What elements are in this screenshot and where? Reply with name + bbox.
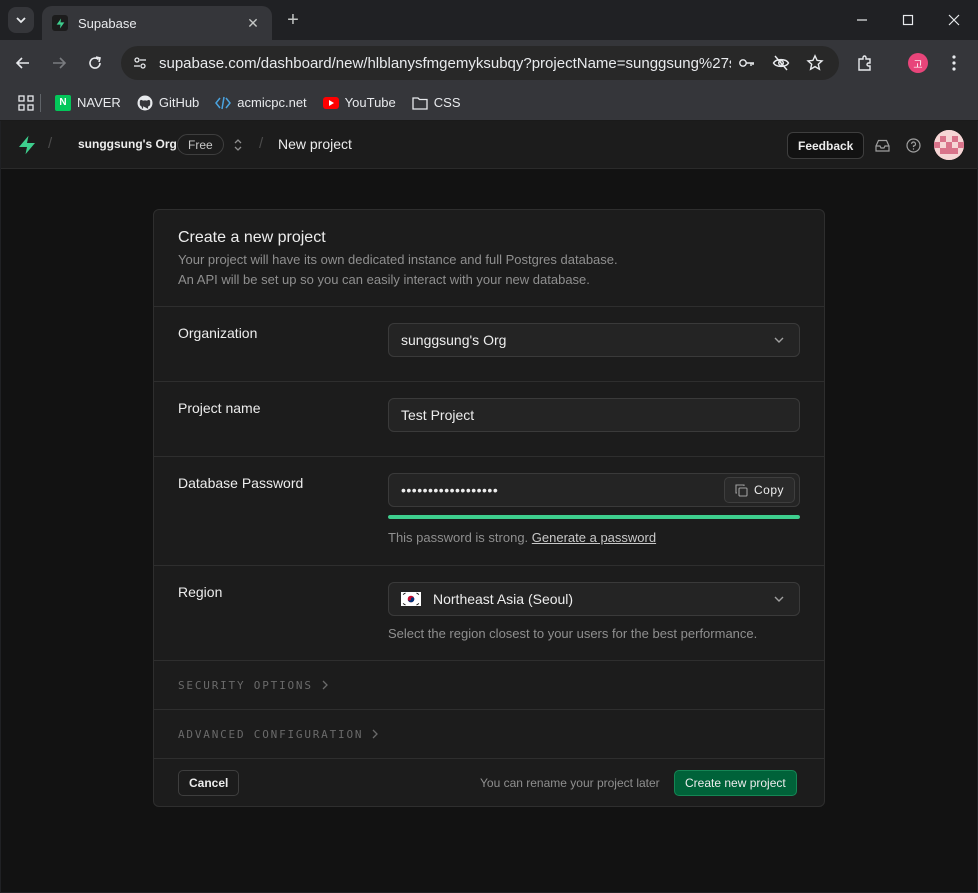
bookmark-github[interactable]: GitHub [137,95,199,111]
eye-off-icon[interactable] [771,53,791,73]
region-label: Region [178,584,223,600]
bookmark-label: CSS [433,95,461,110]
browser-toolbar: supabase.com/dashboard/new/hlblanysfmgem… [0,40,978,85]
close-tab-icon[interactable]: ✕ [244,14,262,32]
copy-icon [735,483,748,497]
chevron-down-icon [16,17,26,24]
create-project-card: Create a new project Your project will h… [153,209,825,807]
breadcrumb-separator: / [259,135,264,152]
bookmark-youtube[interactable]: YouTube [322,95,396,111]
close-window-icon[interactable] [942,8,966,32]
profile-avatar: 고 [908,53,928,73]
minimize-window-icon[interactable] [850,8,874,32]
inbox-icon[interactable] [874,137,890,153]
maximize-window-icon[interactable] [896,8,920,32]
card-footer: Cancel You can rename your project later… [154,758,824,806]
region-hint: Select the region closest to your users … [388,626,758,641]
database-password-input[interactable]: •••••••••••••••••• Copy [388,473,800,507]
card-description: Your project will have its own dedicated… [178,252,618,287]
chevron-right-icon [372,729,379,739]
feedback-button[interactable]: Feedback [787,132,865,159]
naver-icon: N [55,94,71,111]
youtube-icon [322,95,339,111]
breadcrumb-separator: / [48,135,53,152]
github-icon [137,95,153,111]
site-info-icon[interactable] [129,52,151,74]
chevron-down-icon [774,596,784,602]
supabase-app: / sunggsung's Org Free / New project Fee… [1,121,977,892]
create-project-button[interactable]: Create new project [674,770,797,796]
password-strength-fill [388,515,800,519]
organization-select[interactable]: sunggsung's Org [388,323,800,357]
chevron-down-icon [774,337,784,343]
bookmark-label: GitHub [158,95,200,110]
bookmarks-bar: N NAVER GitHub acmicpc.net YouTube CSS [0,85,978,121]
bookmark-label: YouTube [344,95,396,110]
project-name-row: Project name Test Project [154,382,824,457]
url-text: supabase.com/dashboard/new/hlblanysfmgem… [159,54,731,72]
password-masked-value: •••••••••••••••••• [401,482,499,498]
chevron-right-icon [322,680,328,690]
organization-value: sunggsung's Org [401,332,507,348]
region-select[interactable]: Northeast Asia (Seoul) [388,582,800,616]
address-bar[interactable]: supabase.com/dashboard/new/hlblanysfmgem… [121,46,839,80]
bookmark-separator [40,93,41,112]
apps-grid-icon[interactable] [18,94,34,111]
copy-label: Copy [753,483,784,497]
password-strength-bar [388,515,800,519]
tab-title: Supabase [78,15,137,31]
code-icon [215,95,232,111]
user-avatar[interactable] [934,130,964,160]
organization-row: Organization sunggsung's Org [154,307,824,382]
cancel-button[interactable]: Cancel [178,770,240,796]
extensions-puzzle-icon[interactable] [853,51,877,75]
bookmark-label: NAVER [77,95,121,110]
bookmark-label: acmicpc.net [237,95,307,110]
plan-badge: Free [177,134,224,155]
reload-icon[interactable] [83,51,107,75]
supabase-favicon-icon [52,15,68,31]
organization-label: Organization [178,325,258,341]
new-tab-button[interactable]: + [283,10,303,30]
browser-tab[interactable]: Supabase ✕ [42,6,272,40]
forward-arrow-icon[interactable] [47,51,71,75]
password-strength-text: This password is strong. Generate a pass… [388,530,657,545]
copy-password-button[interactable]: Copy [723,477,795,503]
help-icon[interactable] [905,137,921,153]
card-header: Create a new project Your project will h… [154,210,824,307]
folder-icon [412,95,428,111]
region-value: Northeast Asia (Seoul) [433,591,574,607]
org-switcher-icon[interactable] [230,136,246,154]
bookmark-naver[interactable]: N NAVER [55,94,121,111]
tab-search-button[interactable] [8,7,34,33]
bookmark-acmicpc[interactable]: acmicpc.net [215,95,307,111]
supabase-logo-icon[interactable] [17,135,37,155]
bookmark-folder-css[interactable]: CSS [412,95,461,111]
advanced-configuration-toggle[interactable]: ADVANCED CONFIGURATION [154,710,824,759]
generate-password-link[interactable]: Generate a password [532,530,656,545]
breadcrumb-org[interactable]: sunggsung's Org [78,137,177,151]
database-password-row: Database Password •••••••••••••••••• Cop… [154,457,824,566]
breadcrumb-page: New project [278,136,352,152]
password-key-icon[interactable] [737,53,757,73]
database-password-label: Database Password [178,475,304,491]
profile-button[interactable]: 고 [906,51,930,75]
back-arrow-icon[interactable] [11,51,35,75]
card-title: Create a new project [178,229,326,246]
project-name-input[interactable]: Test Project [388,398,800,432]
app-header: / sunggsung's Org Free / New project Fee… [1,121,977,169]
star-bookmark-icon[interactable] [805,53,825,73]
browser-tab-bar: Supabase ✕ + [0,0,978,40]
project-name-label: Project name [178,400,261,416]
more-menu-icon[interactable] [942,51,966,75]
project-name-value: Test Project [401,407,475,423]
security-options-toggle[interactable]: SECURITY OPTIONS [154,661,824,710]
rename-note: You can rename your project later [480,776,660,790]
region-row: Region Northeast Asia (Seoul) Select the… [154,566,824,661]
south-korea-flag-icon [401,592,421,606]
